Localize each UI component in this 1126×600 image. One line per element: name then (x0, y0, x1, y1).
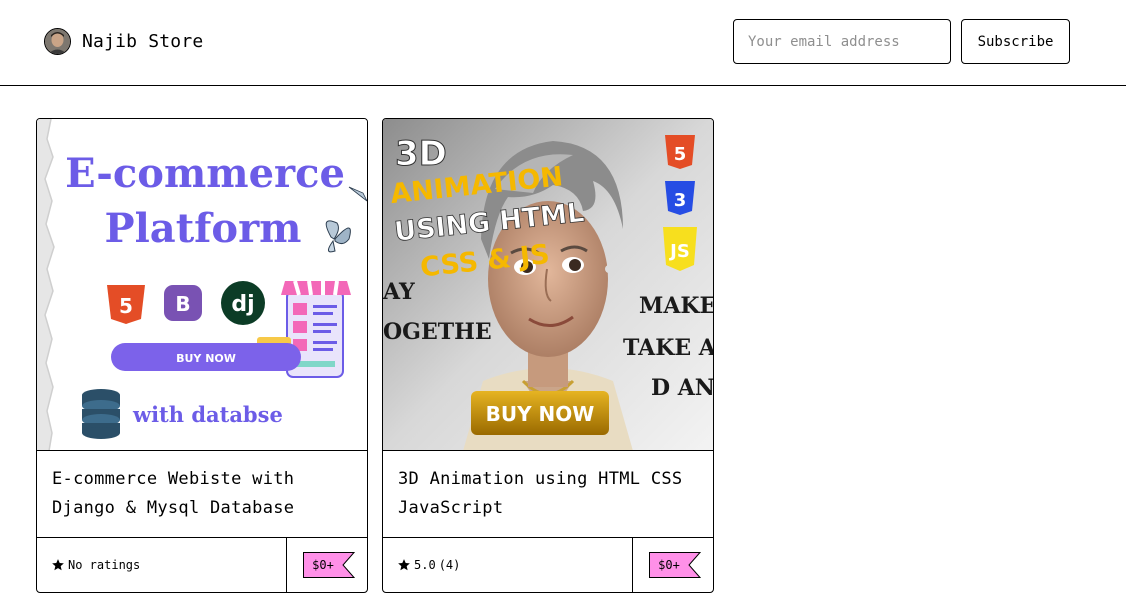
svg-text:BUY NOW: BUY NOW (176, 352, 236, 365)
html5-logo-icon: 5 (107, 285, 145, 324)
price-label: $0+ (658, 558, 680, 572)
email-input[interactable] (733, 19, 951, 64)
svg-text:JS: JS (668, 241, 690, 262)
svg-text:B: B (175, 292, 190, 316)
product-card[interactable]: E-commerce Platform 5 B dj BUY NOW with … (36, 118, 368, 593)
html5-badge-icon: 5 (665, 135, 695, 169)
product-thumbnail-link[interactable]: AY OGETHE MAKE TAKE A D AN 3D ANIMATION … (383, 119, 713, 451)
thumb-headline-2: Platform (105, 205, 302, 252)
css3-badge-icon: 3 (665, 181, 695, 215)
price-cell: $0+ (286, 538, 367, 592)
svg-text:BUY NOW: BUY NOW (486, 402, 595, 426)
database-icon (82, 389, 120, 439)
svg-text:5: 5 (674, 144, 687, 165)
ecommerce-thumbnail-image: E-commerce Platform 5 B dj BUY NOW with … (37, 119, 367, 450)
svg-text:TAKE A: TAKE A (623, 335, 713, 361)
star-icon (52, 559, 64, 571)
store-avatar (44, 28, 71, 55)
store-name: Najib Store (82, 31, 204, 52)
thumb-footer-text: with databse (132, 402, 283, 427)
price-cell: $0+ (632, 538, 713, 592)
rating: 5.0 (4) (397, 558, 460, 572)
price-tag[interactable]: $0+ (649, 552, 701, 578)
svg-text:dj: dj (231, 292, 254, 317)
svg-text:D AN: D AN (651, 375, 713, 401)
store-brand-link[interactable]: Najib Store (44, 28, 203, 55)
svg-text:5: 5 (119, 294, 133, 318)
star-icon (398, 559, 410, 571)
django-logo-icon: dj (221, 281, 265, 325)
rating-score: 5.0 (414, 558, 436, 572)
svg-text:AY: AY (383, 279, 415, 305)
card-footer: 5.0 (4) $0+ (383, 537, 713, 592)
rating-count: (4) (438, 558, 461, 572)
product-title-link[interactable]: 3D Animation using HTML CSS JavaScript (398, 465, 698, 523)
product-card[interactable]: AY OGETHE MAKE TAKE A D AN 3D ANIMATION … (382, 118, 714, 593)
svg-text:MAKE: MAKE (639, 293, 713, 319)
thumb-headline-1: E-commerce (65, 150, 345, 197)
bootstrap-logo-icon: B (164, 285, 202, 321)
js-badge-icon: JS (663, 227, 697, 271)
thumb-line-1: 3D (395, 134, 447, 174)
rating: No ratings (51, 558, 140, 572)
subscribe-button[interactable]: Subscribe (961, 19, 1070, 64)
animation-thumbnail-image: AY OGETHE MAKE TAKE A D AN 3D ANIMATION … (383, 119, 713, 450)
site-header: Najib Store Subscribe (0, 0, 1126, 86)
product-thumbnail-link[interactable]: E-commerce Platform 5 B dj BUY NOW with … (37, 119, 367, 451)
price-label: $0+ (312, 558, 334, 572)
svg-text:3: 3 (674, 190, 687, 211)
rating-text: No ratings (68, 558, 141, 572)
svg-text:OGETHE: OGETHE (383, 319, 492, 345)
price-tag[interactable]: $0+ (303, 552, 355, 578)
card-footer: No ratings $0+ (37, 537, 367, 592)
product-title-link[interactable]: E-commerce Webiste with Django & Mysql D… (52, 465, 352, 523)
